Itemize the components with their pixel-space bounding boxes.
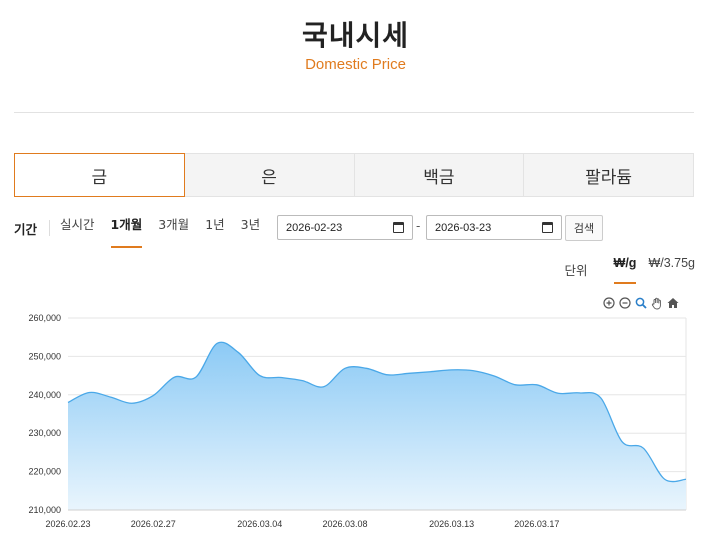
tab-silver[interactable]: 은	[184, 153, 355, 197]
header-divider	[14, 112, 694, 113]
page-title: 국내시세	[301, 19, 410, 52]
y-tick-label: 220,000	[28, 467, 61, 477]
tab-palladium[interactable]: 팔라듐	[524, 153, 694, 197]
period-label: 기간	[14, 221, 38, 237]
x-tick-label: 2026.02.23	[45, 519, 90, 529]
y-tick-label: 250,000	[28, 351, 61, 361]
period-1-year[interactable]: 1년	[205, 214, 224, 242]
tab-platinum[interactable]: 백금	[354, 153, 525, 197]
calendar-icon[interactable]	[393, 222, 404, 233]
unit-selector: 단위 ₩/g ₩/3.75g	[564, 254, 695, 284]
start-date-input[interactable]: 2026-02-23	[277, 215, 413, 240]
price-area-fill	[68, 342, 686, 510]
period-filters: 기간 실시간 1개월 3개월 1년 3년	[14, 214, 276, 248]
end-date-input[interactable]: 2026-03-23	[426, 215, 562, 240]
x-tick-label: 2026.03.17	[514, 519, 559, 529]
x-tick-label: 2026.02.27	[131, 519, 176, 529]
period-1-month[interactable]: 1개월	[110, 214, 142, 248]
unit-per-gram[interactable]: ₩/g	[613, 254, 636, 284]
period-3-years[interactable]: 3년	[241, 214, 260, 242]
x-tick-label: 2026.03.08	[323, 519, 368, 529]
unit-per-don[interactable]: ₩/3.75g	[648, 254, 695, 284]
y-tick-label: 230,000	[28, 428, 61, 438]
calendar-icon[interactable]	[542, 222, 553, 233]
unit-label: 단위	[564, 262, 588, 278]
y-tick-label: 260,000	[28, 313, 61, 323]
y-tick-label: 210,000	[28, 505, 61, 515]
filter-separator	[49, 220, 51, 236]
start-date-value: 2026-02-23	[286, 221, 343, 234]
period-3-months[interactable]: 3개월	[158, 214, 189, 242]
x-tick-label: 2026.03.04	[237, 519, 282, 529]
page-subtitle: Domestic Price	[305, 56, 406, 73]
metal-tabs: 금 은 백금 팔라듐	[14, 153, 694, 197]
x-tick-label: 2026.03.13	[429, 519, 474, 529]
period-realtime[interactable]: 실시간	[60, 214, 95, 242]
end-date-value: 2026-03-23	[435, 221, 492, 234]
y-tick-label: 240,000	[28, 390, 61, 400]
tab-gold[interactable]: 금	[14, 153, 185, 197]
price-area-chart[interactable]: 210,000 220,000 230,000 240,000 250,000 260,0…	[0, 300, 711, 549]
date-range-separator: -	[416, 219, 421, 233]
search-button[interactable]: 검색	[565, 215, 603, 241]
